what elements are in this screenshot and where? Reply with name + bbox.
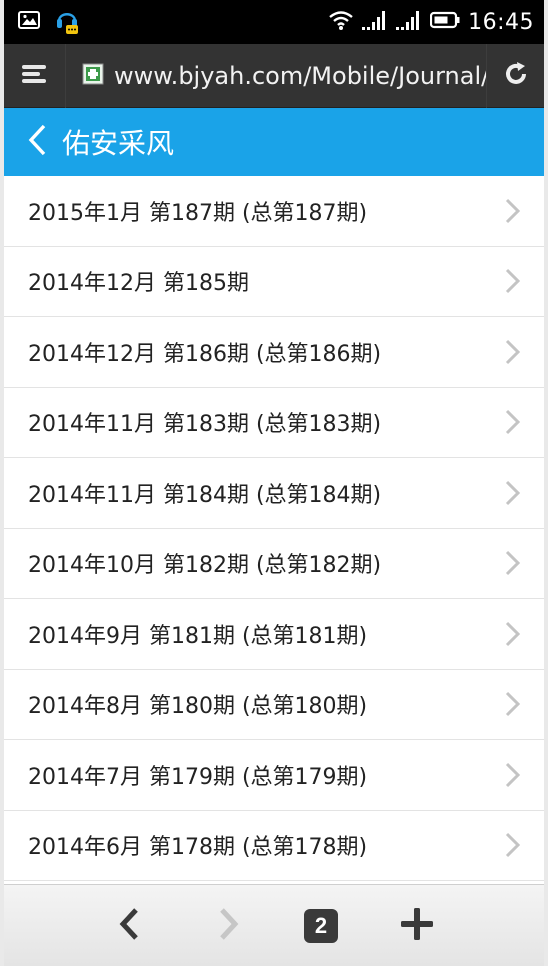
back-button[interactable] — [12, 108, 62, 176]
favicon-icon — [82, 63, 104, 90]
nav-back-button[interactable] — [104, 901, 154, 951]
browser-toolbar: www.bjyah.com/Mobile/Journal/In — [4, 44, 544, 108]
list-item[interactable]: 2014年9月 第181期 (总第181期) — [4, 599, 544, 670]
list-item[interactable]: 2014年12月 第186期 (总第186期) — [4, 317, 544, 388]
new-tab-button[interactable] — [392, 901, 442, 951]
browser-menu-button[interactable] — [4, 44, 66, 108]
list-item[interactable]: 2014年7月 第179期 (总第179期) — [4, 740, 544, 811]
menu-icon — [21, 63, 48, 90]
chevron-right-icon — [502, 480, 522, 506]
signal-icon — [362, 9, 388, 36]
list-item-label: 2014年12月 第186期 (总第186期) — [28, 341, 382, 367]
list-item-label: 2014年6月 第178期 (总第178期) — [28, 835, 368, 861]
tab-count-badge: 2 — [304, 909, 338, 943]
chevron-right-icon — [502, 550, 522, 576]
list-item[interactable]: 2014年8月 第180期 (总第180期) — [4, 669, 544, 740]
status-time: 16:45 — [468, 9, 534, 35]
address-bar[interactable]: www.bjyah.com/Mobile/Journal/In — [66, 44, 486, 108]
status-bar: 16:45 — [4, 0, 544, 44]
battery-icon — [429, 10, 460, 35]
list-item-label: 2014年12月 第185期 — [28, 271, 249, 297]
phone-screen: 16:45 www.bjyah.com/Mobile/Journal/In 佑安… — [4, 0, 544, 966]
list-item-label: 2014年7月 第179期 (总第179期) — [28, 764, 368, 790]
list-item-label: 2015年1月 第187期 (总第187期) — [28, 200, 368, 226]
status-left — [18, 8, 80, 36]
list-item-label: 2014年10月 第182期 (总第182期) — [28, 553, 382, 579]
browser-bottom-toolbar: 2 — [4, 884, 544, 966]
journal-list: 2015年1月 第187期 (总第187期) 2014年12月 第185期 20… — [4, 176, 544, 881]
chevron-right-icon — [502, 339, 522, 365]
chevron-right-icon — [502, 762, 522, 788]
chevron-right-icon — [502, 621, 522, 647]
list-item[interactable]: 2014年10月 第182期 (总第182期) — [4, 528, 544, 599]
reload-icon — [503, 61, 529, 92]
chevron-right-icon — [502, 198, 522, 224]
list-item[interactable]: 2014年12月 第185期 — [4, 246, 544, 317]
nav-forward-button[interactable] — [204, 901, 254, 951]
chevron-left-icon — [27, 124, 47, 161]
page-header: 佑安采风 — [4, 108, 544, 176]
list-item-label: 2014年11月 第184期 (总第184期) — [28, 482, 382, 508]
chevron-right-icon — [502, 691, 522, 717]
plus-icon — [400, 907, 434, 946]
tabs-button[interactable]: 2 — [296, 901, 346, 951]
headset-icon — [54, 5, 80, 40]
list-item[interactable]: 2014年11月 第184期 (总第184期) — [4, 458, 544, 529]
list-item[interactable]: 2014年6月 第178期 (总第178期) — [4, 810, 544, 881]
chevron-left-icon — [117, 907, 141, 946]
list-item-label: 2014年9月 第181期 (总第181期) — [28, 623, 368, 649]
signal-icon — [396, 9, 422, 36]
image-icon — [18, 10, 40, 35]
wifi-icon — [328, 9, 354, 36]
chevron-right-icon — [217, 907, 241, 946]
chevron-right-icon — [502, 268, 522, 294]
reload-button[interactable] — [486, 44, 544, 108]
list-item-label: 2014年11月 第183期 (总第183期) — [28, 412, 382, 438]
chevron-right-icon — [502, 832, 522, 858]
page-title: 佑安采风 — [62, 127, 175, 160]
status-right: 16:45 — [328, 6, 534, 38]
list-item-label: 2014年8月 第180期 (总第180期) — [28, 694, 368, 720]
list-item[interactable]: 2014年11月 第183期 (总第183期) — [4, 387, 544, 458]
list-item[interactable]: 2015年1月 第187期 (总第187期) — [4, 176, 544, 247]
url-text: www.bjyah.com/Mobile/Journal/In — [114, 62, 486, 90]
chevron-right-icon — [502, 409, 522, 435]
